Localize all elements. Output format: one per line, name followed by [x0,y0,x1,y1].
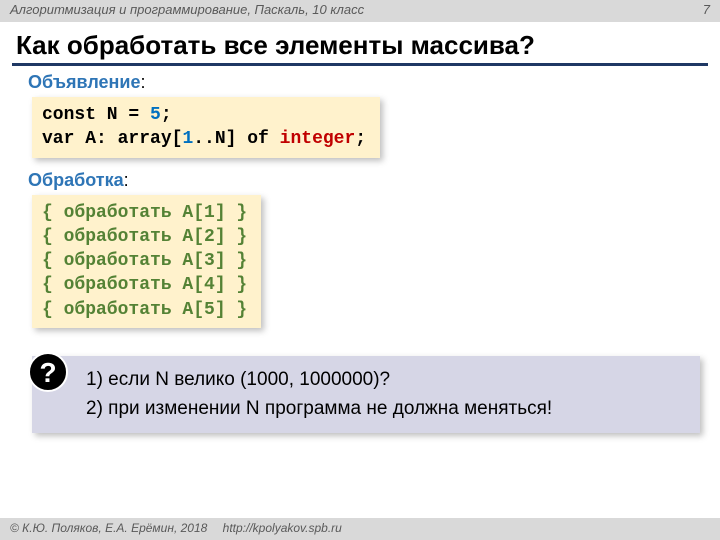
question-line-1: 1) если N велико (1000, 1000000)? [86,366,690,395]
code-line: var A: array[1..N] of integer; [42,127,366,151]
code-line: { обработать A[5] } [42,298,247,322]
processing-label: Обработка: [28,170,704,191]
question-line-2: 2) при изменении N программа не должна м… [86,395,690,424]
slide-content: Объявление: const N = 5; var A: array[1.… [0,72,720,433]
code-line: { обработать A[4] } [42,273,247,297]
question-icon: ? [28,352,68,392]
code-line: { обработать A[3] } [42,249,247,273]
footer-url[interactable]: http://kpolyakov.spb.ru [223,521,342,535]
slide-title: Как обработать все элементы массива? [0,22,720,63]
code-line: { обработать A[2] } [42,225,247,249]
course-name: Алгоритмизация и программирование, Паска… [10,2,364,22]
copyright-text: © К.Ю. Поляков, Е.А. Ерёмин, 2018 [10,521,207,535]
declaration-code: const N = 5; var A: array[1..N] of integ… [32,97,380,158]
declaration-label: Объявление: [28,72,704,93]
processing-code: { обработать A[1] } { обработать A[2] } … [32,195,261,328]
slide-footer: © К.Ю. Поляков, Е.А. Ерёмин, 2018 http:/… [0,518,720,540]
code-line: { обработать A[1] } [42,201,247,225]
page-number: 7 [703,2,710,22]
slide-header: Алгоритмизация и программирование, Паска… [0,0,720,22]
title-underline [12,63,708,66]
code-line: const N = 5; [42,103,366,127]
question-callout: ? 1) если N велико (1000, 1000000)? 2) п… [32,356,700,433]
